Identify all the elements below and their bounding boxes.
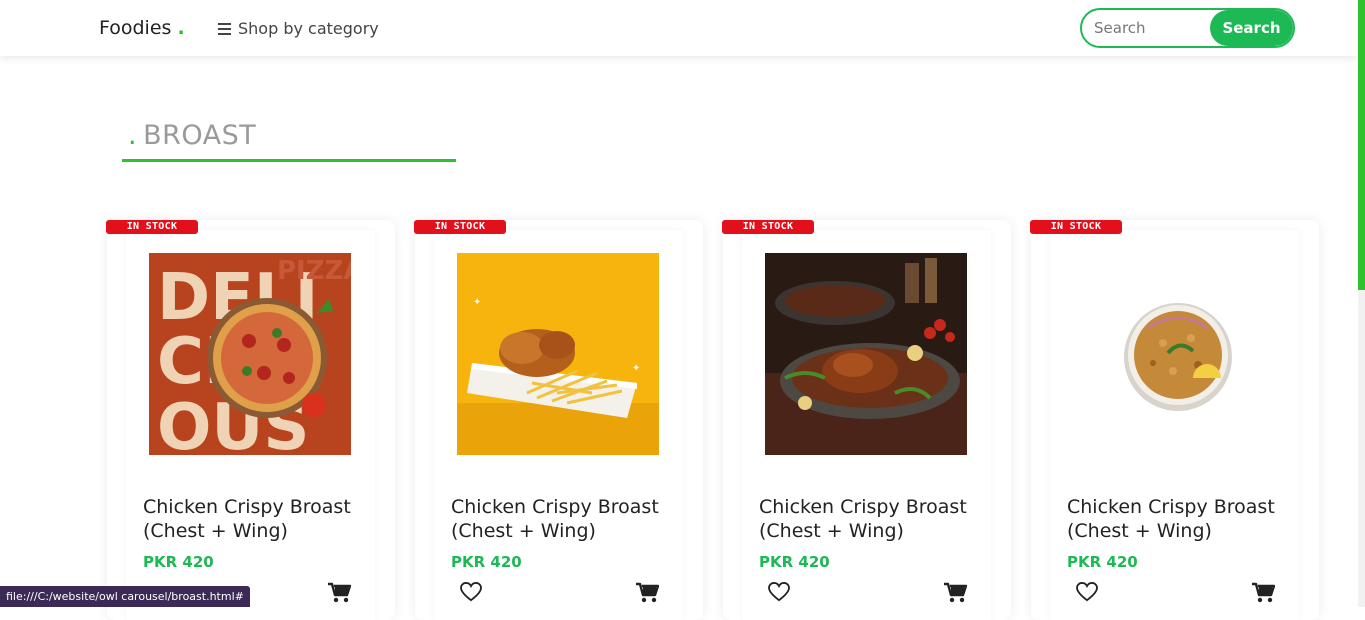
- heart-icon[interactable]: [1076, 582, 1098, 602]
- add-to-cart-icon[interactable]: [635, 582, 659, 604]
- pizza-poster-illustration: DELI CI OUS PIZZA: [149, 253, 351, 455]
- menu-icon: [218, 22, 232, 35]
- add-to-cart-icon[interactable]: [943, 582, 967, 604]
- brand-name: Foodies: [99, 17, 172, 39]
- stock-badge: IN STOCK: [414, 220, 506, 234]
- brand-dot: .: [177, 17, 185, 39]
- product-image-biryani-bowl[interactable]: [1073, 253, 1275, 455]
- fried-chicken-illustration: ✦ ✦: [457, 253, 659, 455]
- product-image-fried-chicken-fries[interactable]: ✦ ✦: [457, 253, 659, 455]
- stock-badge: IN STOCK: [1030, 220, 1122, 234]
- product-card[interactable]: IN STOCK DELI CI OUS PIZZA Chicken Crisp…: [106, 220, 395, 620]
- section-underline: [122, 159, 456, 162]
- heart-icon[interactable]: [768, 582, 790, 602]
- product-image-roast-chicken-platter[interactable]: [765, 253, 967, 455]
- biryani-bowl-illustration: [1073, 253, 1275, 455]
- product-title[interactable]: Chicken Crispy Broast (Chest + Wing): [1067, 495, 1297, 543]
- sparkle-icon: ✦: [632, 363, 640, 374]
- product-card[interactable]: IN STOCK ✦ ✦ Chicken Crispy Broast (Ches…: [414, 220, 703, 620]
- section-title-text: BROAST: [143, 120, 257, 151]
- browser-status-bar: file:///C:/website/owl carousel/broast.h…: [0, 586, 250, 607]
- poster-side-text: PIZZA: [277, 256, 351, 286]
- section-title-dot: .: [128, 120, 138, 151]
- stock-badge: IN STOCK: [722, 220, 814, 234]
- product-price: PKR 420: [759, 553, 830, 571]
- product-price: PKR 420: [451, 553, 522, 571]
- section-title: . BROAST: [128, 120, 256, 151]
- product-image-pizza-poster[interactable]: DELI CI OUS PIZZA: [149, 253, 351, 455]
- product-card[interactable]: IN STOCK Chicken Crispy Broast (Chest + …: [1030, 220, 1319, 620]
- sparkle-icon: ✦: [473, 297, 481, 308]
- product-title[interactable]: Chicken Crispy Broast (Chest + Wing): [143, 495, 373, 543]
- add-to-cart-icon[interactable]: [1251, 582, 1275, 604]
- roast-chicken-illustration: [765, 253, 967, 455]
- product-title[interactable]: Chicken Crispy Broast (Chest + Wing): [759, 495, 989, 543]
- product-title[interactable]: Chicken Crispy Broast (Chest + Wing): [451, 495, 681, 543]
- add-to-cart-icon[interactable]: [327, 582, 351, 604]
- brand-logo[interactable]: Foodies .: [99, 17, 185, 39]
- heart-icon[interactable]: [460, 582, 482, 602]
- product-card[interactable]: IN STOCK Chicken Crispy Broast (Chest + …: [722, 220, 1011, 620]
- search-input[interactable]: [1082, 10, 1212, 46]
- search-button[interactable]: Search: [1210, 10, 1293, 46]
- scrollbar-thumb[interactable]: [1358, 0, 1365, 290]
- product-price: PKR 420: [1067, 553, 1138, 571]
- shop-by-category-label: Shop by category: [238, 19, 379, 38]
- search-form: Search: [1080, 8, 1295, 48]
- top-navbar: Foodies . Shop by category Search: [0, 0, 1358, 56]
- stock-badge: IN STOCK: [106, 220, 198, 234]
- product-price: PKR 420: [143, 553, 214, 571]
- shop-by-category-link[interactable]: Shop by category: [218, 19, 379, 38]
